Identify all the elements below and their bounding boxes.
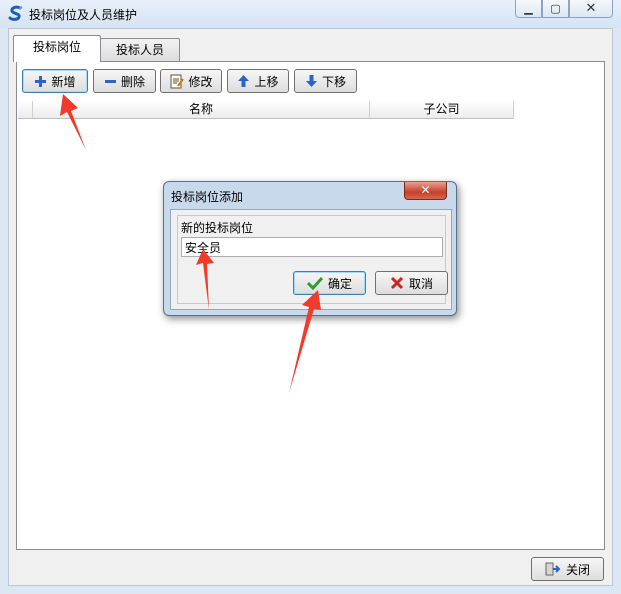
close-button[interactable]: 关闭 [531,557,604,581]
close-button-label: 关闭 [565,562,590,577]
column-header-label: 子公司 [423,102,460,116]
tab-label: 投标人员 [115,43,164,57]
column-header-label: 名称 [188,102,213,116]
maximize-button[interactable]: ▢ [542,0,569,18]
minimize-button[interactable]: ▁ [515,0,542,18]
ok-button-label: 确定 [327,276,352,291]
window-title: 投标岗位及人员维护 [29,8,138,22]
dialog-title: 投标岗位添加 [171,190,244,204]
add-button-label: 新增 [51,74,76,89]
dialog-close-button[interactable]: ✕ [404,182,447,200]
ok-button[interactable]: 确定 [293,271,366,295]
minimize-icon: ▁ [524,2,533,15]
close-window-button[interactable]: ✕ [569,0,613,18]
exit-door-icon [545,562,561,576]
position-name-input[interactable] [181,237,443,257]
column-header-name[interactable]: 名称 [33,101,370,119]
add-position-dialog: 投标岗位添加 ✕ 新的投标岗位 确定 取消 [163,181,457,316]
move-up-label: 上移 [254,74,279,89]
grid-header: 名称 子公司 [18,101,514,119]
cancel-button[interactable]: 取消 [375,271,448,295]
move-up-button[interactable]: 上移 [227,69,289,93]
tab-bid-personnel[interactable]: 投标人员 [100,38,180,62]
cancel-x-icon [390,276,404,290]
dialog-group-box: 新的投标岗位 确定 取消 [177,215,448,304]
window-title-bar: 投标岗位及人员维护 ▁ ▢ ✕ [0,0,621,28]
tab-label: 投标岗位 [32,40,81,54]
arrow-down-icon [305,75,317,87]
delete-button-label: 删除 [120,74,145,89]
arrow-up-icon [238,75,250,87]
edit-button[interactable]: 修改 [160,69,222,93]
dialog-body: 新的投标岗位 确定 取消 [170,209,452,310]
edit-button-label: 修改 [188,74,213,89]
position-field-label: 新的投标岗位 [181,221,254,235]
add-button[interactable]: 新增 [22,69,88,93]
close-icon: ✕ [585,1,597,16]
plus-icon [35,75,47,87]
checkmark-icon [306,276,323,290]
minus-icon [104,79,116,83]
column-header-subsidiary[interactable]: 子公司 [370,101,514,119]
row-indicator-header [18,101,33,119]
edit-document-icon [170,74,185,88]
tab-bid-positions[interactable]: 投标岗位 [13,35,101,62]
move-down-label: 下移 [321,74,346,89]
app-logo-icon [8,5,23,21]
close-icon: ✕ [420,183,431,197]
cancel-button-label: 取消 [408,276,433,291]
move-down-button[interactable]: 下移 [294,69,357,93]
maximize-icon: ▢ [550,2,561,15]
delete-button[interactable]: 删除 [93,69,156,93]
